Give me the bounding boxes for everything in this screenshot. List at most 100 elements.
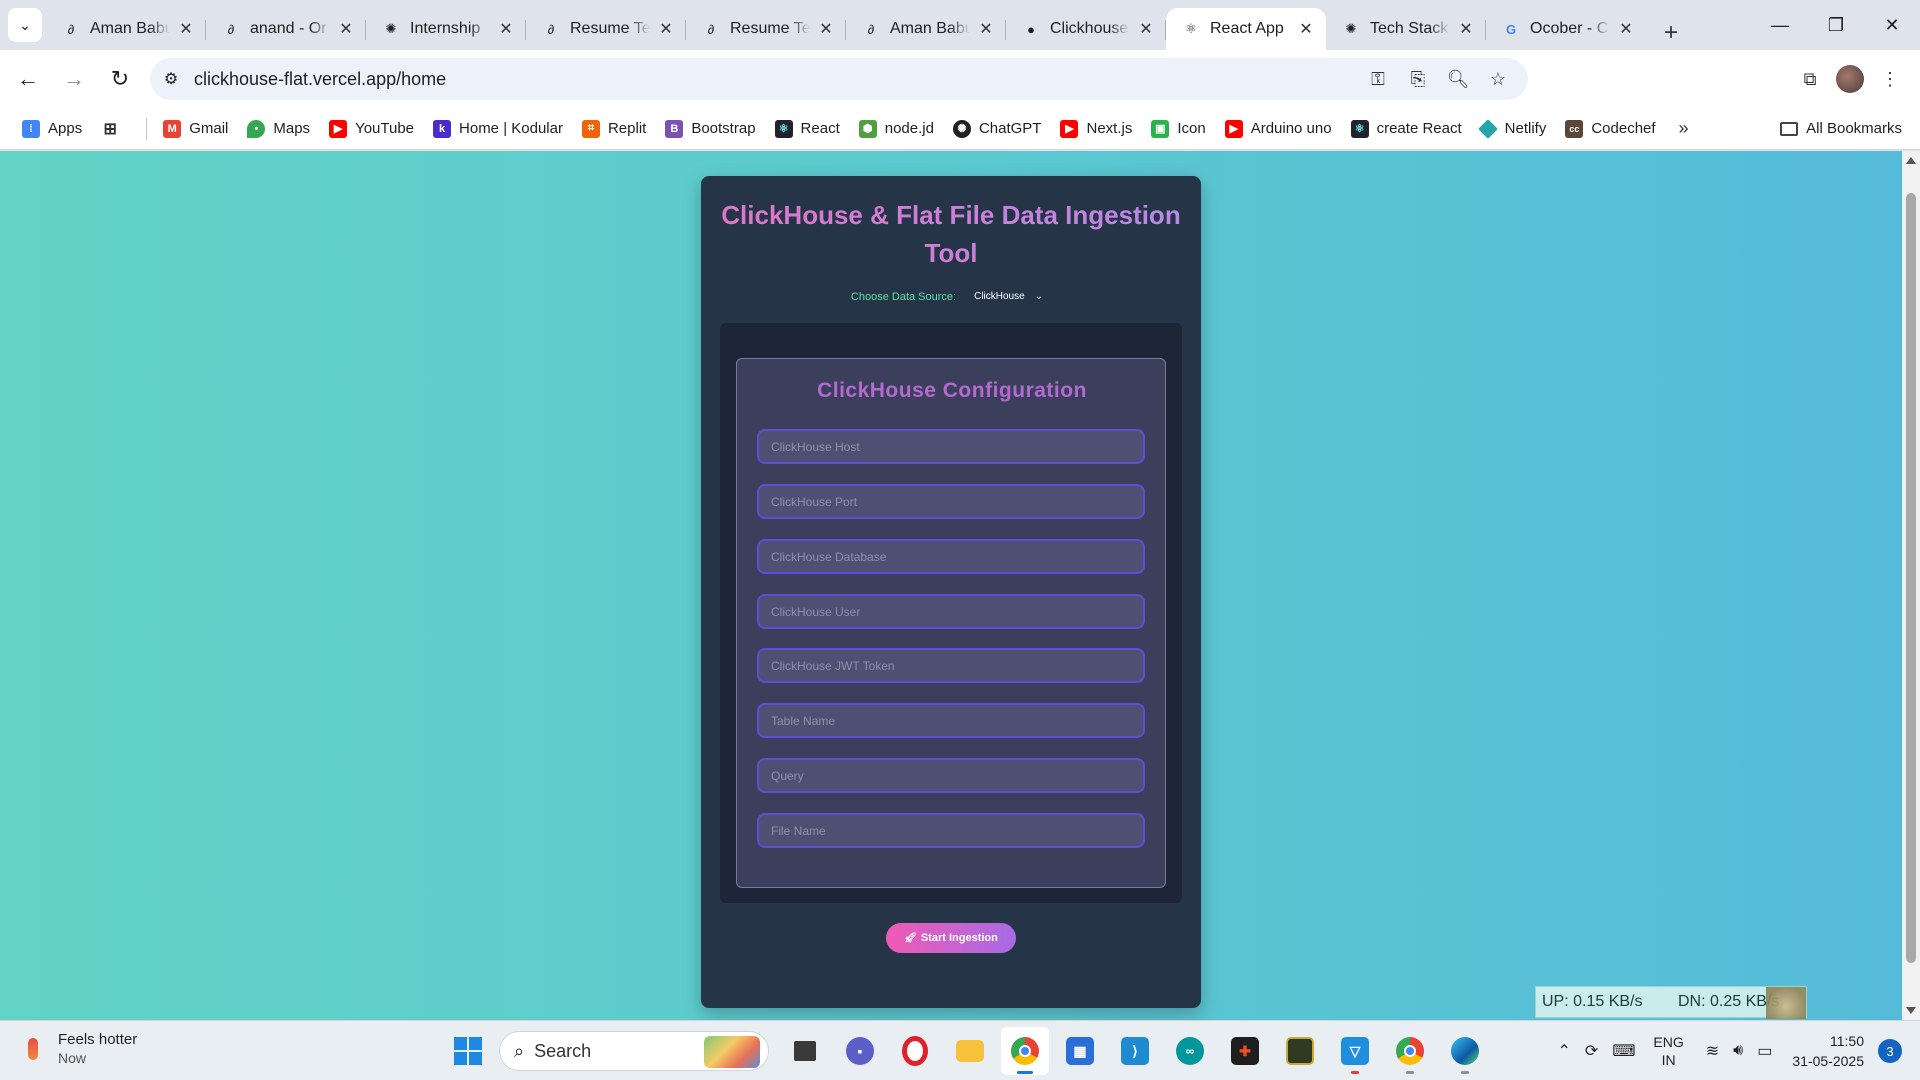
tab-aman-babu-1[interactable]: ∂ Aman Babu ✕ xyxy=(46,8,206,50)
back-icon[interactable]: ← xyxy=(8,59,48,99)
tab-clickhouse-github[interactable]: ● Clickhouse ✕ xyxy=(1006,8,1166,50)
clickhouse-port-input[interactable] xyxy=(757,484,1145,519)
all-bookmarks-button[interactable]: All Bookmarks xyxy=(1780,120,1902,137)
query-input[interactable] xyxy=(757,758,1145,793)
bookmark-nextjs[interactable]: ▶ Next.js xyxy=(1060,119,1132,138)
minimize-icon[interactable]: — xyxy=(1752,0,1808,50)
app-active-button[interactable]: ▽ xyxy=(1331,1027,1379,1075)
arduino-button[interactable]: ∞ xyxy=(1166,1027,1214,1075)
clickhouse-user-input[interactable] xyxy=(757,594,1145,629)
pcb-tool-button[interactable] xyxy=(1276,1027,1324,1075)
all-bookmarks-label: All Bookmarks xyxy=(1806,120,1902,137)
bookmark-kodular[interactable]: k Home | Kodular xyxy=(433,119,563,138)
react-icon: ⚛ xyxy=(1185,21,1197,36)
close-icon[interactable]: ✕ xyxy=(1296,19,1316,39)
close-icon[interactable]: ✕ xyxy=(1616,19,1636,39)
menu-kebab-icon[interactable]: ⋮ xyxy=(1870,59,1910,99)
bookmark-arduino[interactable]: ▶ Arduino uno xyxy=(1224,119,1332,138)
bookmark-nodejs[interactable]: ⬢ node.jd xyxy=(858,119,934,138)
bookmark-youtube[interactable]: ▶ YouTube xyxy=(329,119,414,138)
bookmark-star-icon[interactable]: ☆ xyxy=(1478,59,1518,99)
bookmark-label: Apps xyxy=(48,120,83,137)
taskbar-search[interactable]: ⌕ Search xyxy=(499,1031,769,1071)
close-icon[interactable]: ✕ xyxy=(976,19,996,39)
forward-icon[interactable]: → xyxy=(54,59,94,99)
file-name-input[interactable] xyxy=(757,813,1145,848)
chrome-profile-button[interactable] xyxy=(1386,1027,1434,1075)
chevron-up-icon[interactable]: ⌃ xyxy=(1558,1041,1571,1061)
chrome-button[interactable] xyxy=(1001,1027,1049,1075)
vscode-button[interactable]: ⟩ xyxy=(1111,1027,1159,1075)
sync-icon[interactable]: ⟳ xyxy=(1585,1041,1598,1061)
more-bookmarks-icon[interactable]: » xyxy=(1679,118,1689,139)
reload-icon[interactable]: ↻ xyxy=(100,59,140,99)
restore-icon[interactable]: ❐ xyxy=(1808,0,1864,50)
ms-store-button[interactable]: ▦ xyxy=(1056,1027,1104,1075)
new-tab-button[interactable]: + xyxy=(1654,16,1688,50)
maps-icon: • xyxy=(247,119,266,138)
url-text[interactable]: clickhouse-flat.vercel.app/home xyxy=(194,69,446,90)
tab-ocober[interactable]: G Ocober - C ✕ xyxy=(1486,8,1646,50)
data-source-select[interactable]: ClickHouse ⌄ xyxy=(966,289,1052,304)
tab-groups-button[interactable]: ⊞ xyxy=(101,120,127,138)
extensions-icon[interactable]: ⧉ xyxy=(1790,59,1830,99)
notification-badge[interactable]: 3 xyxy=(1878,1039,1902,1063)
bookmark-chatgpt[interactable]: ✺ ChatGPT xyxy=(952,119,1041,138)
close-icon[interactable]: ✕ xyxy=(336,19,356,39)
start-button[interactable] xyxy=(444,1027,492,1075)
page-scrollbar[interactable] xyxy=(1902,151,1920,1020)
figma-button[interactable]: ✚ xyxy=(1221,1027,1269,1075)
language-indicator[interactable]: ENG IN xyxy=(1653,1033,1683,1069)
task-view-button[interactable] xyxy=(781,1027,829,1075)
close-icon[interactable]: ✕ xyxy=(656,19,676,39)
start-ingestion-label: Start Ingestion xyxy=(920,932,998,944)
volume-icon[interactable]: 🔊︎ xyxy=(1733,1042,1743,1060)
language-code: ENG xyxy=(1653,1034,1684,1050)
clickhouse-jwt-token-input[interactable] xyxy=(757,648,1145,683)
close-icon[interactable]: ✕ xyxy=(1456,19,1476,39)
battery-icon[interactable]: ▭ xyxy=(1757,1041,1772,1061)
bookmark-maps[interactable]: • Maps xyxy=(247,119,310,138)
install-app-icon[interactable]: ⎘ xyxy=(1398,59,1438,99)
clickhouse-database-input[interactable] xyxy=(757,539,1145,574)
close-icon[interactable]: ✕ xyxy=(816,19,836,39)
zoom-icon[interactable]: 🔍︎ xyxy=(1438,59,1478,99)
close-icon[interactable]: ✕ xyxy=(496,19,516,39)
clock[interactable]: 11:50 31-05-2025 xyxy=(1792,1031,1864,1071)
close-icon[interactable]: ✕ xyxy=(176,19,196,39)
edge-button[interactable] xyxy=(1441,1027,1489,1075)
tab-search-button[interactable]: ⌄ xyxy=(8,8,42,42)
bookmark-create-react[interactable]: ⚛ create React xyxy=(1350,119,1462,138)
site-info-icon[interactable]: ⚙ xyxy=(154,62,188,96)
bookmark-replit[interactable]: ⌗ Replit xyxy=(581,119,646,138)
address-bar[interactable]: ⚙ clickhouse-flat.vercel.app/home ⚿ ⎘ 🔍︎… xyxy=(150,58,1528,100)
bookmark-gmail[interactable]: M Gmail xyxy=(163,119,228,138)
bookmark-apps[interactable]: ⁞ Apps xyxy=(22,119,83,138)
wifi-icon[interactable]: ≋ xyxy=(1706,1041,1719,1061)
close-window-icon[interactable]: ✕ xyxy=(1864,0,1920,50)
bookmark-icon-site[interactable]: ▣ Icon xyxy=(1151,119,1206,138)
weather-widget[interactable]: Feels hotter Now xyxy=(20,1031,137,1066)
file-explorer-button[interactable] xyxy=(946,1027,994,1075)
keyboard-icon[interactable]: ⌨ xyxy=(1612,1041,1635,1061)
tab-tech-stack[interactable]: ✺ Tech Stack ✕ xyxy=(1326,8,1486,50)
tab-aman-babu-2[interactable]: ∂ Aman Babu ✕ xyxy=(846,8,1006,50)
profile-avatar[interactable] xyxy=(1836,65,1864,93)
opera-button[interactable] xyxy=(891,1027,939,1075)
table-name-input[interactable] xyxy=(757,703,1145,738)
tab-resume-2[interactable]: ∂ Resume Te ✕ xyxy=(686,8,846,50)
close-icon[interactable]: ✕ xyxy=(1136,19,1156,39)
tab-react-app[interactable]: ⚛ React App ✕ xyxy=(1166,8,1326,50)
bookmark-codechef[interactable]: cc Codechef xyxy=(1565,119,1656,138)
bookmark-bootstrap[interactable]: B Bootstrap xyxy=(665,119,756,138)
tab-internship[interactable]: ✺ Internship ✕ xyxy=(366,8,526,50)
tab-anand[interactable]: ∂ anand - Or ✕ xyxy=(206,8,366,50)
password-key-icon[interactable]: ⚿ xyxy=(1358,59,1398,99)
tab-resume-1[interactable]: ∂ Resume Te ✕ xyxy=(526,8,686,50)
teams-chat-button[interactable]: ▪ xyxy=(836,1027,884,1075)
apps-grid-icon: ⁞ xyxy=(22,119,40,138)
clickhouse-host-input[interactable] xyxy=(757,429,1145,464)
bookmark-netlify[interactable]: Netlify xyxy=(1477,118,1546,139)
bookmark-react[interactable]: ⚛ React xyxy=(774,119,840,138)
start-ingestion-button[interactable]: 🚀︎ Start Ingestion xyxy=(886,923,1016,953)
